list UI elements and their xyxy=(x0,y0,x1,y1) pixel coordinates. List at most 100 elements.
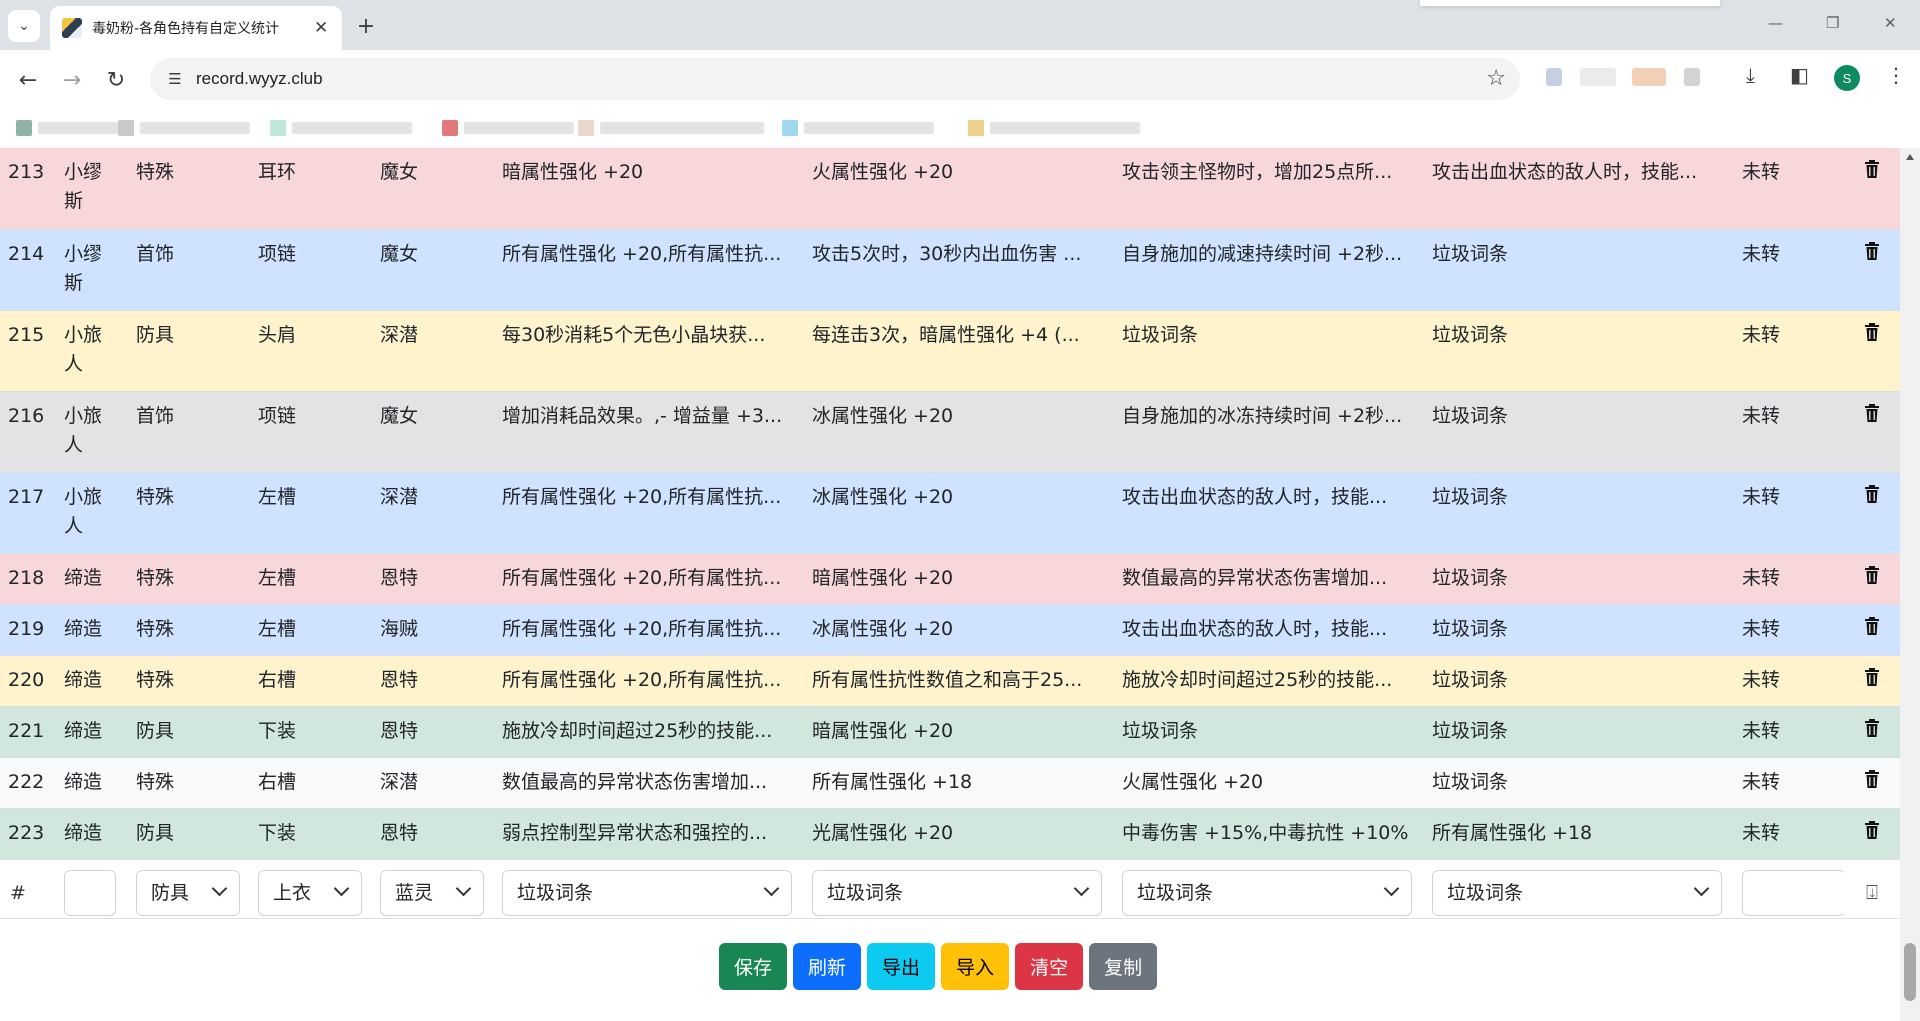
table-row[interactable]: 215 小旅人 防具 头肩 深潜 每30秒消耗5个无色小晶块获... 每连击3次，暗属性强化… xyxy=(0,310,1900,392)
save-button[interactable]: 保存 xyxy=(719,943,788,990)
trash-delete-icon[interactable] xyxy=(1864,717,1880,746)
cell-affix-1: 数值最高的异常状态伤害增加... xyxy=(494,757,804,809)
refresh-button[interactable]: 刷新 xyxy=(793,943,862,990)
table-row[interactable]: 214 小缪斯 首饰 项链 魔女 所有属性强化 +20,所有属性抗... 攻击5次时，30秒… xyxy=(0,229,1900,311)
trash-delete-icon[interactable] xyxy=(1864,615,1880,644)
cell-type: 特殊 xyxy=(128,757,250,809)
browser-tab-active[interactable]: 毒奶粉-各角色持有自定义统计 ✕ xyxy=(50,6,342,50)
back-arrow-icon[interactable]: ← xyxy=(14,66,42,94)
affix3-select[interactable]: 垃圾词条 xyxy=(1122,870,1412,917)
import-button[interactable]: 导入 xyxy=(941,943,1010,990)
trash-delete-icon[interactable] xyxy=(1864,564,1880,593)
new-tab-plus-icon[interactable]: + xyxy=(352,12,380,40)
cell-affix-2: 暗属性强化 +20 xyxy=(804,706,1114,758)
cell-id: 214 xyxy=(0,229,56,311)
cell-set: 深潜 xyxy=(372,310,494,392)
extension-icon[interactable] xyxy=(1580,68,1616,86)
extension-icon[interactable] xyxy=(1684,68,1700,86)
cell-affix-3: 攻击出血状态的敌人时，技能... xyxy=(1114,604,1424,656)
type-select-value: 防具 xyxy=(151,881,190,904)
menu-kebab-icon[interactable]: ⋮ xyxy=(1886,63,1906,87)
trash-delete-icon[interactable] xyxy=(1864,402,1880,431)
cell-affix-2: 所有属性强化 +18 xyxy=(804,757,1114,809)
chevron-down-icon xyxy=(763,880,780,897)
cell-set: 恩特 xyxy=(372,706,494,758)
trash-delete-icon[interactable] xyxy=(1864,666,1880,695)
extension-icon[interactable] xyxy=(1546,68,1562,86)
restore-window-icon[interactable]: ❐ xyxy=(1826,14,1839,32)
cell-affix-4: 垃圾词条 xyxy=(1424,757,1734,809)
table-row[interactable]: 217 小旅人 特殊 左槽 深潜 所有属性强化 +20,所有属性抗... 冰属性强化 +20… xyxy=(0,472,1900,554)
cell-set: 深潜 xyxy=(372,757,494,809)
table-row[interactable]: 218 缔造 特殊 左槽 恩特 所有属性强化 +20,所有属性抗... 暗属性强化 +20 数… xyxy=(0,553,1900,605)
scrollbar-thumb[interactable] xyxy=(1904,943,1916,1001)
bookmark-item[interactable] xyxy=(270,120,412,136)
character-input[interactable] xyxy=(64,870,116,917)
cell-slot: 头肩 xyxy=(250,310,372,392)
bookmark-item[interactable] xyxy=(16,120,118,136)
cell-affix-2: 火属性强化 +20 xyxy=(804,148,1114,230)
cell-affix-4: 垃圾词条 xyxy=(1424,391,1734,473)
cell-affix-2: 冰属性强化 +20 xyxy=(804,391,1114,473)
site-info-tune-icon[interactable]: ☰ xyxy=(164,68,186,90)
cell-status: 未转 xyxy=(1734,604,1844,656)
bookmark-item[interactable] xyxy=(578,120,764,136)
extension-icon[interactable] xyxy=(1632,68,1666,86)
bookmark-item[interactable] xyxy=(118,120,250,136)
table-row[interactable]: 221 缔造 防具 下装 恩特 施放冷却时间超过25秒的技能... 暗属性强化 +20 垃圾词… xyxy=(0,706,1900,758)
profile-avatar[interactable]: S xyxy=(1834,65,1860,91)
page-scrollbar[interactable] xyxy=(1900,148,1920,1021)
close-window-icon[interactable]: ✕ xyxy=(1884,14,1897,32)
cell-type: 特殊 xyxy=(128,655,250,707)
bookmark-item[interactable] xyxy=(968,120,1140,136)
tab-close-icon[interactable]: ✕ xyxy=(314,18,328,38)
cell-id: 223 xyxy=(0,808,56,860)
cell-affix-4: 攻击出血状态的敌人时，技能... xyxy=(1424,148,1734,230)
cell-set: 恩特 xyxy=(372,553,494,605)
trash-delete-icon[interactable] xyxy=(1864,240,1880,269)
status-input[interactable] xyxy=(1742,870,1844,917)
table-row[interactable]: 216 小旅人 首饰 项链 魔女 增加消耗品效果。,- 增益量 +3... 冰属性强化 +2… xyxy=(0,391,1900,473)
side-panel-icon[interactable]: ◧ xyxy=(1790,63,1809,87)
minimize-window-icon[interactable]: — xyxy=(1768,14,1783,32)
chevron-down-icon xyxy=(333,880,350,897)
save-row-download-icon[interactable]: ⍗ xyxy=(1866,880,1878,904)
bookmark-item[interactable] xyxy=(442,120,574,136)
address-bar[interactable]: ☰ record.wyyz.club ☆ xyxy=(150,58,1520,100)
table-row[interactable]: 223 缔造 防具 下装 恩特 弱点控制型异常状态和强控的... 光属性强化 +20 中毒伤害… xyxy=(0,808,1900,860)
cell-affix-3: 攻击出血状态的敌人时，技能... xyxy=(1114,472,1424,554)
affix4-select[interactable]: 垃圾词条 xyxy=(1432,870,1722,917)
table-row[interactable]: 219 缔造 特殊 左槽 海贼 所有属性强化 +20,所有属性抗... 冰属性强化 +20 攻… xyxy=(0,604,1900,656)
type-select[interactable]: 防具 xyxy=(136,870,240,917)
forward-arrow-icon[interactable]: → xyxy=(58,66,86,94)
trash-delete-icon[interactable] xyxy=(1864,768,1880,797)
slot-select[interactable]: 上衣 xyxy=(258,870,362,917)
table-row[interactable]: 220 缔造 特殊 右槽 恩特 所有属性强化 +20,所有属性抗... 所有属性抗性数值之和… xyxy=(0,655,1900,707)
cell-affix-4: 所有属性强化 +18 xyxy=(1424,808,1734,860)
reload-icon[interactable]: ↻ xyxy=(102,66,130,94)
trash-delete-icon[interactable] xyxy=(1864,321,1880,350)
cell-affix-2: 光属性强化 +20 xyxy=(804,808,1114,860)
clear-button[interactable]: 清空 xyxy=(1015,943,1084,990)
row-number-label: # xyxy=(10,881,26,904)
cell-actions xyxy=(1844,148,1900,230)
export-button[interactable]: 导出 xyxy=(867,943,936,990)
trash-delete-icon[interactable] xyxy=(1864,819,1880,848)
bookmark-star-icon[interactable]: ☆ xyxy=(1486,66,1506,91)
set-select[interactable]: 蓝灵 xyxy=(380,870,484,917)
bookmark-item[interactable] xyxy=(782,120,934,136)
cell-affix-1: 暗属性强化 +20 xyxy=(494,148,804,230)
trash-delete-icon[interactable] xyxy=(1864,483,1880,512)
table-row[interactable]: 213 小缪斯 特殊 耳环 魔女 暗属性强化 +20 火属性强化 +20 攻击领主怪物时，增加… xyxy=(0,148,1900,230)
url-text[interactable]: record.wyyz.club xyxy=(196,69,323,89)
affix2-select[interactable]: 垃圾词条 xyxy=(812,870,1102,917)
copy-button[interactable]: 复制 xyxy=(1089,943,1158,990)
trash-delete-icon[interactable] xyxy=(1864,158,1880,187)
table-row[interactable]: 222 缔造 特殊 右槽 深潜 数值最高的异常状态伤害增加... 所有属性强化 +18 火属性… xyxy=(0,757,1900,809)
cell-affix-3: 自身施加的冰冻持续时间 +2秒... xyxy=(1114,391,1424,473)
scroll-up-arrow-icon[interactable] xyxy=(1906,154,1914,160)
download-icon[interactable]: ⤓ xyxy=(1746,63,1755,87)
affix1-select[interactable]: 垃圾词条 xyxy=(502,870,792,917)
tab-search-chevron-icon[interactable]: ⌄ xyxy=(8,10,40,42)
cell-set: 深潜 xyxy=(372,472,494,554)
